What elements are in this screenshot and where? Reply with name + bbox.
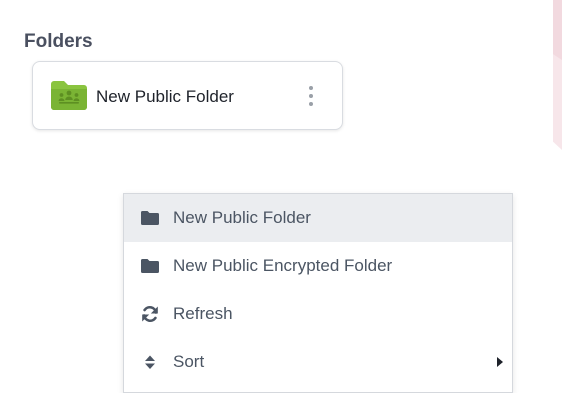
chevron-right-icon: [497, 357, 503, 367]
context-menu: New Public Folder New Public Encrypted F…: [123, 193, 513, 393]
menu-item-sort[interactable]: Sort: [124, 338, 512, 386]
folders-heading: Folders: [24, 31, 93, 52]
content-panel: Folders New Public Folder New Public Fol…: [0, 0, 553, 393]
folder-options-button[interactable]: [303, 83, 319, 109]
folder-card-new-public-folder[interactable]: New Public Folder: [32, 61, 343, 130]
sort-icon: [145, 355, 155, 369]
menu-item-label: Sort: [173, 352, 205, 371]
menu-item-new-public-folder[interactable]: New Public Folder: [124, 194, 512, 242]
kebab-dot: [309, 102, 313, 106]
menu-item-label: New Public Folder: [173, 208, 311, 227]
folder-icon: [141, 211, 159, 225]
menu-item-new-public-encrypted-folder[interactable]: New Public Encrypted Folder: [124, 242, 512, 290]
public-folder-icon: [51, 81, 87, 110]
menu-item-refresh[interactable]: Refresh: [124, 290, 512, 338]
kebab-menu-icon: [309, 86, 313, 90]
kebab-dot: [309, 94, 313, 98]
folder-name: New Public Folder: [96, 87, 234, 106]
refresh-icon: [142, 305, 158, 323]
menu-item-label: Refresh: [173, 304, 233, 323]
menu-item-label: New Public Encrypted Folder: [173, 256, 393, 275]
folder-icon: [141, 259, 159, 273]
